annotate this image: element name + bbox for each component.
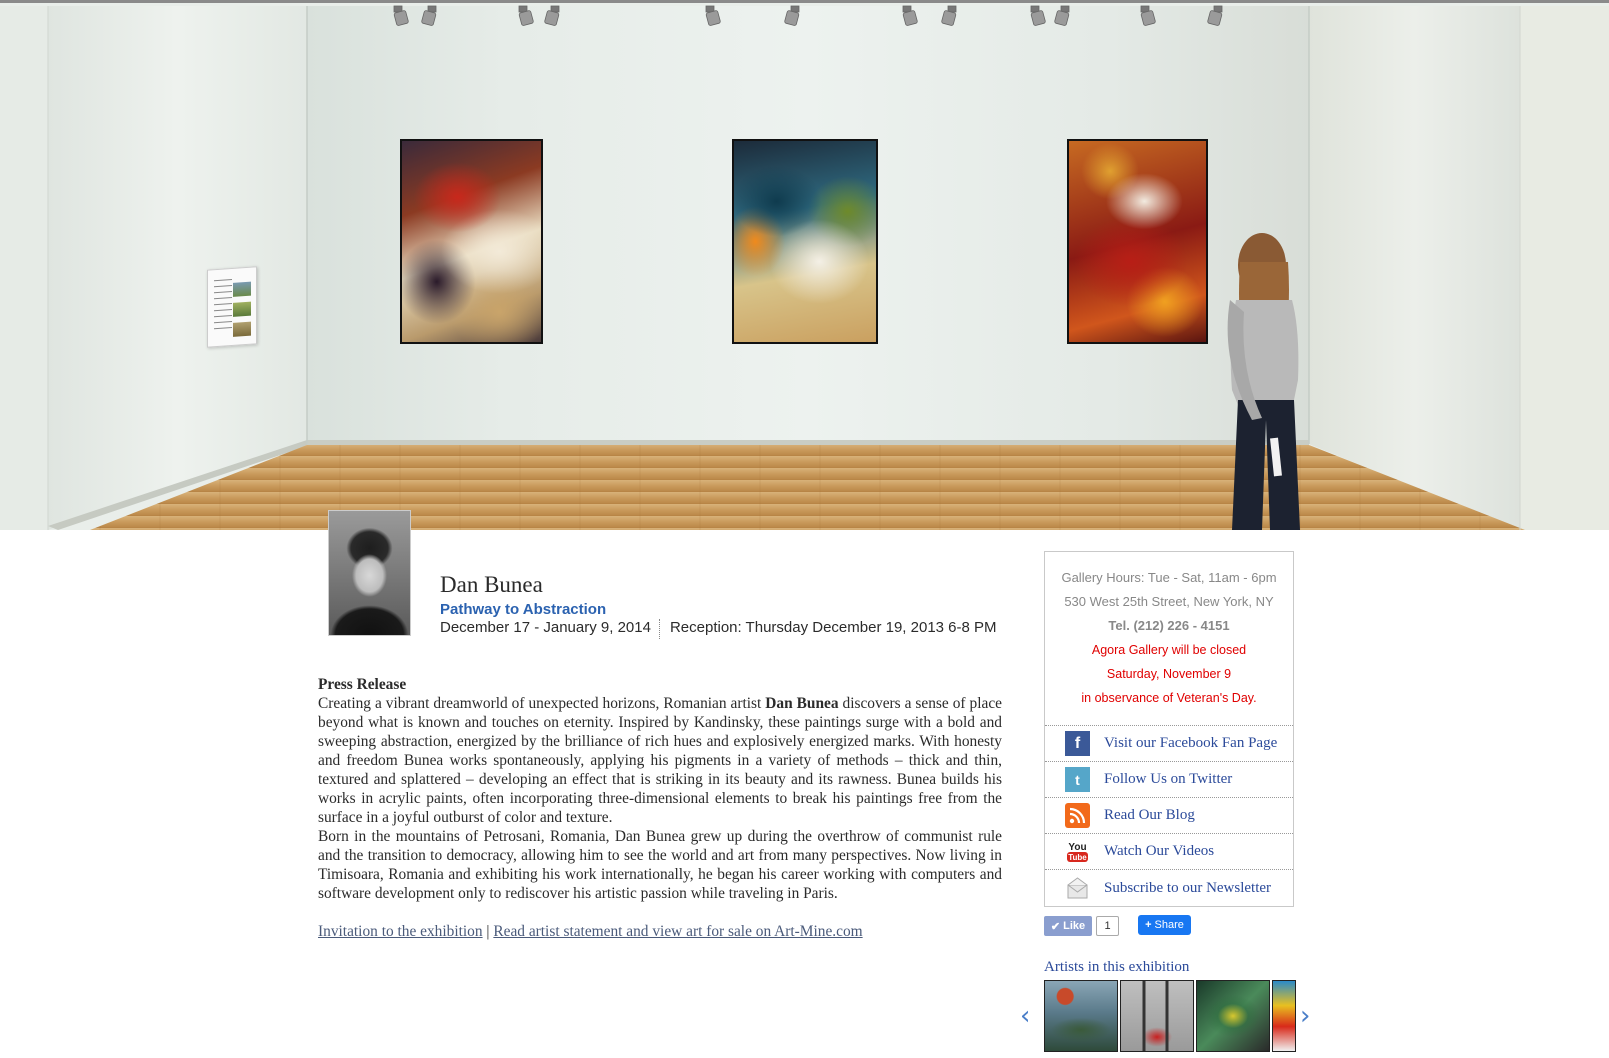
videos-link[interactable]: You Tube Watch Our Videos xyxy=(1045,834,1293,870)
artist-portrait xyxy=(328,510,411,636)
gallery-hours: Gallery Hours: Tue - Sat, 11am - 6pm xyxy=(1061,570,1277,585)
exhibition-dates: December 17 - January 9, 2014 xyxy=(440,619,651,636)
dates-divider xyxy=(658,619,660,639)
facebook-share-button[interactable]: + Share xyxy=(1138,915,1191,935)
artist-name-bold: Dan Bunea xyxy=(765,695,839,712)
exhibition-dates-row: December 17 - January 9, 2014 Reception:… xyxy=(440,619,997,639)
twitter-icon: t xyxy=(1065,767,1090,792)
artist-thumbnail[interactable] xyxy=(1120,980,1194,1052)
artists-in-exhibition-heading[interactable]: Artists in this exhibition xyxy=(1044,959,1189,976)
exhibition-title: Pathway to Abstraction xyxy=(440,601,607,618)
artist-name: Dan Bunea xyxy=(440,572,543,597)
youtube-icon: You Tube xyxy=(1065,839,1090,864)
gallery-address: 530 West 25th Street, New York, NY xyxy=(1064,594,1274,609)
artist-thumbnail[interactable] xyxy=(1272,980,1296,1052)
art-mine-link[interactable]: Read artist statement and view art for s… xyxy=(493,923,862,940)
reception-info: Reception: Thursday December 19, 2013 6-… xyxy=(669,619,997,636)
check-icon: ✔ xyxy=(1050,920,1061,933)
wall-info-panel[interactable] xyxy=(207,266,257,348)
artist-thumbnail[interactable] xyxy=(1196,980,1270,1052)
facebook-icon: f xyxy=(1065,731,1090,756)
newsletter-icon xyxy=(1065,875,1090,901)
press-release-paragraph-2: Born in the mountains of Petrosani, Roma… xyxy=(318,828,1002,902)
invitation-link[interactable]: Invitation to the exhibition xyxy=(318,923,483,940)
rss-icon xyxy=(1065,803,1090,828)
press-release-paragraph-1: Creating a vibrant dreamworld of unexpec… xyxy=(318,695,1002,826)
facebook-link[interactable]: f Visit our Facebook Fan Page xyxy=(1045,726,1293,762)
blog-link[interactable]: Read Our Blog xyxy=(1045,798,1293,834)
painting-1[interactable] xyxy=(400,139,543,344)
gallery-phone: Tel. (212) 226 - 4151 xyxy=(1108,618,1230,633)
twitter-link[interactable]: t Follow Us on Twitter xyxy=(1045,762,1293,798)
painting-3[interactable] xyxy=(1067,139,1208,344)
closure-notice-3: in observance of Veteran's Day. xyxy=(1081,691,1257,705)
painting-2[interactable] xyxy=(732,139,878,344)
closure-notice-2: Saturday, November 9 xyxy=(1106,667,1232,681)
svg-text:Tube: Tube xyxy=(1068,853,1087,862)
carousel-next-chevron-icon[interactable]: › xyxy=(1300,1003,1310,1029)
plus-icon: + xyxy=(1145,919,1152,931)
gallery-info-box: Gallery Hours: Tue - Sat, 11am - 6pm 530… xyxy=(1044,551,1294,907)
newsletter-link[interactable]: Subscribe to our Newsletter xyxy=(1045,870,1293,906)
like-count: 1 xyxy=(1096,916,1119,936)
press-release: Press Release Creating a vibrant dreamwo… xyxy=(318,675,1002,941)
virtual-gallery-room xyxy=(0,0,1609,530)
link-separator: | xyxy=(482,923,494,940)
gallery-hours-block: Gallery Hours: Tue - Sat, 11am - 6pm 530… xyxy=(1045,552,1293,726)
closure-notice-1: Agora Gallery will be closed xyxy=(1091,643,1247,657)
svg-text:You: You xyxy=(1068,842,1086,853)
facebook-like-button[interactable]: ✔ Like xyxy=(1044,916,1092,936)
press-release-heading: Press Release xyxy=(318,676,407,693)
press-release-links: Invitation to the exhibition | Read arti… xyxy=(318,922,1002,941)
carousel-prev-chevron-icon[interactable]: ‹ xyxy=(1020,1003,1030,1029)
artist-thumbnail[interactable] xyxy=(1044,980,1118,1052)
